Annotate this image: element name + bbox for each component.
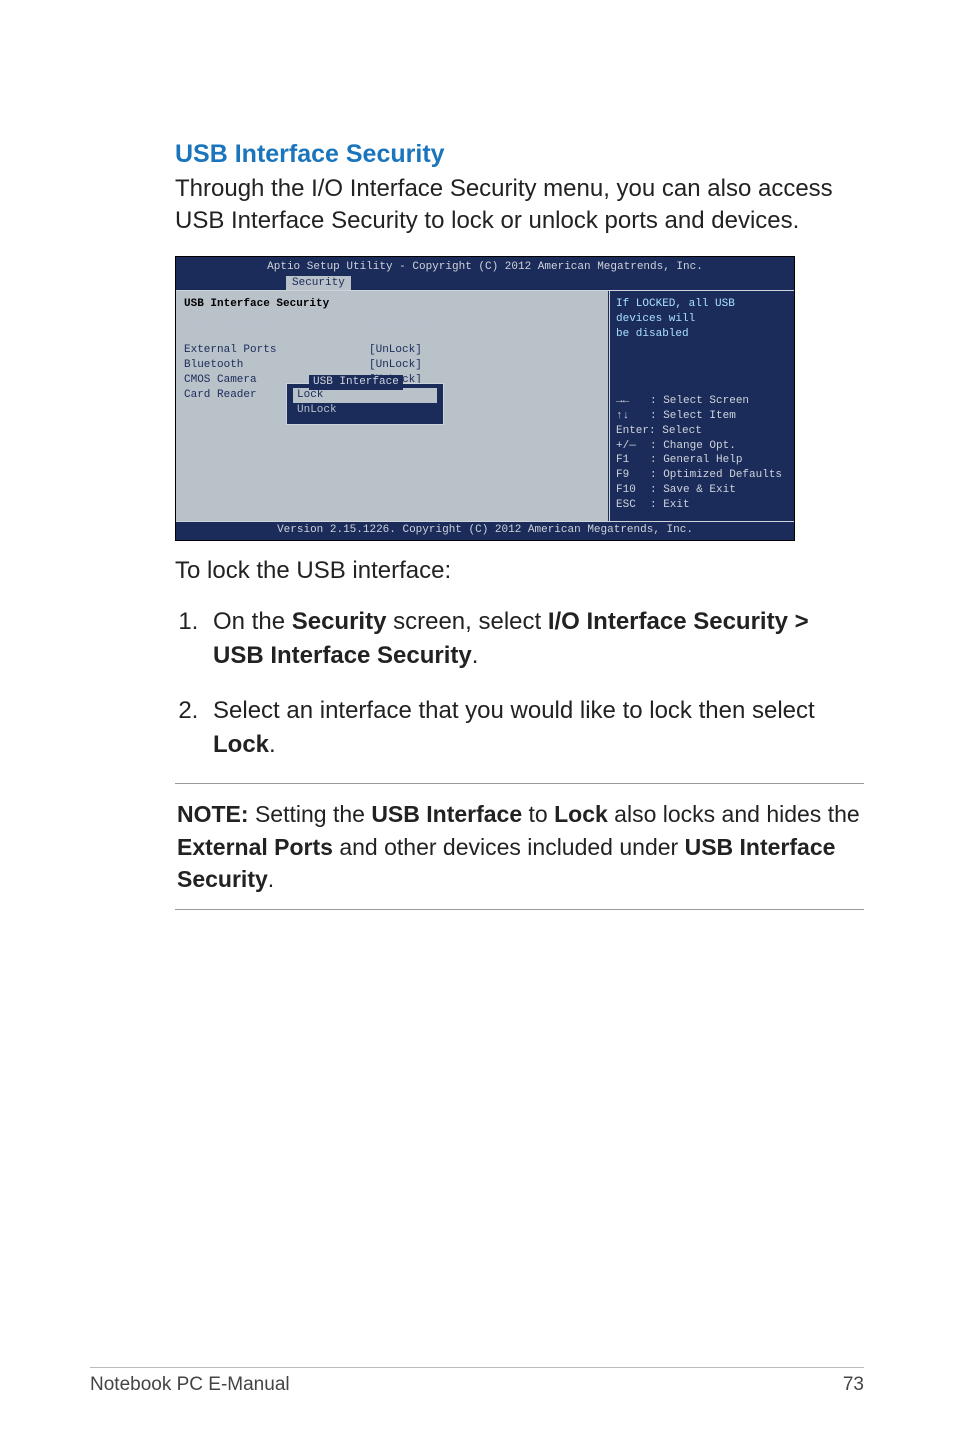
text-run: to xyxy=(522,801,554,827)
bios-tab-security: Security xyxy=(286,276,351,291)
bios-popup-option-unlock: UnLock xyxy=(287,403,443,418)
text-bold: Lock xyxy=(213,731,269,758)
bios-popup: USB Interface Lock UnLock xyxy=(286,383,444,425)
bios-titlebar: Aptio Setup Utility - Copyright (C) 2012… xyxy=(176,257,794,291)
text-bold: External Ports xyxy=(177,834,333,860)
bios-row-usb-interface-value: [UnLock] xyxy=(369,318,600,333)
bios-key-txt: : Change Opt. xyxy=(650,440,736,452)
bios-title: Aptio Setup Utility - Copyright (C) 2012… xyxy=(176,259,794,276)
bios-popup-option-lock: Lock xyxy=(293,388,437,403)
note-box: NOTE: Setting the USB Interface to Lock … xyxy=(175,783,864,910)
bios-key-txt: : General Help xyxy=(650,454,742,466)
text-run: screen, select xyxy=(386,608,547,635)
bios-row-external-ports-value: [UnLock] xyxy=(369,343,600,358)
bios-help-panel: If LOCKED, all USB devices will be disab… xyxy=(609,291,794,520)
bios-key-sym: F10 xyxy=(616,483,650,498)
footer-title: Notebook PC E-Manual xyxy=(90,1374,290,1396)
bios-key-sym: Enter: xyxy=(616,424,656,439)
bios-section-label: USB Interface Security xyxy=(184,297,369,312)
bios-key-sym: ESC xyxy=(616,498,650,513)
text-run: . xyxy=(269,731,276,758)
section-heading: USB Interface Security xyxy=(175,140,864,169)
bios-popup-title: USB Interface xyxy=(309,375,403,390)
text-bold: USB Interface xyxy=(371,801,522,827)
bios-row-bluetooth-value: [UnLock] xyxy=(369,358,600,373)
bios-key-legend: →←: Select Screen ↑↓: Select Item Enter:… xyxy=(616,394,788,513)
bios-key-txt: : Save & Exit xyxy=(650,484,736,496)
procedure-step-1: On the Security screen, select I/O Inter… xyxy=(205,605,864,672)
bios-row-bluetooth-label: Bluetooth xyxy=(184,358,369,373)
bios-key-sym: →← xyxy=(616,394,650,409)
text-run: Setting the xyxy=(249,801,372,827)
intro-paragraph: Through the I/O Interface Security menu,… xyxy=(175,173,864,238)
procedure-list: On the Security screen, select I/O Inter… xyxy=(175,605,864,761)
bios-help-line: be disabled xyxy=(616,327,788,342)
page-footer: Notebook PC E-Manual 73 xyxy=(90,1367,864,1396)
text-run: also locks and hides the xyxy=(608,801,860,827)
bios-help-line: devices will xyxy=(616,312,788,327)
bios-row-external-ports-label: External Ports xyxy=(184,343,369,358)
bios-key-sym: ↑↓ xyxy=(616,409,650,424)
text-bold: Security xyxy=(292,608,387,635)
text-run: and other devices included under xyxy=(333,834,685,860)
bios-screenshot: Aptio Setup Utility - Copyright (C) 2012… xyxy=(175,256,795,541)
bios-version-line: Version 2.15.1226. Copyright (C) 2012 Am… xyxy=(176,522,794,540)
bios-row-usb-interface-label: USB Interface xyxy=(184,318,369,333)
bios-key-txt: : Select Item xyxy=(650,410,736,422)
bios-key-sym: F1 xyxy=(616,453,650,468)
text-bold: Lock xyxy=(554,801,608,827)
procedure-step-2: Select an interface that you would like … xyxy=(205,694,864,761)
text-run: . xyxy=(472,642,479,669)
bios-help-line: If LOCKED, all USB xyxy=(616,297,788,312)
bios-key-sym: F9 xyxy=(616,468,650,483)
bios-key-txt: : Exit xyxy=(650,499,690,511)
bios-main-panel: USB Interface Security USB Interface [Un… xyxy=(176,291,609,520)
footer-page-number: 73 xyxy=(843,1374,864,1396)
bios-key-sym: +/— xyxy=(616,439,650,454)
text-run: On the xyxy=(213,608,292,635)
procedure-caption: To lock the USB interface: xyxy=(175,555,864,587)
bios-key-txt: : Select Screen xyxy=(650,395,749,407)
text-run: . xyxy=(268,866,274,892)
text-run: Select an interface that you would like … xyxy=(213,697,815,724)
bios-key-txt: : Optimized Defaults xyxy=(650,469,782,481)
note-prefix: NOTE: xyxy=(177,801,249,827)
bios-key-txt: Select xyxy=(662,425,702,437)
